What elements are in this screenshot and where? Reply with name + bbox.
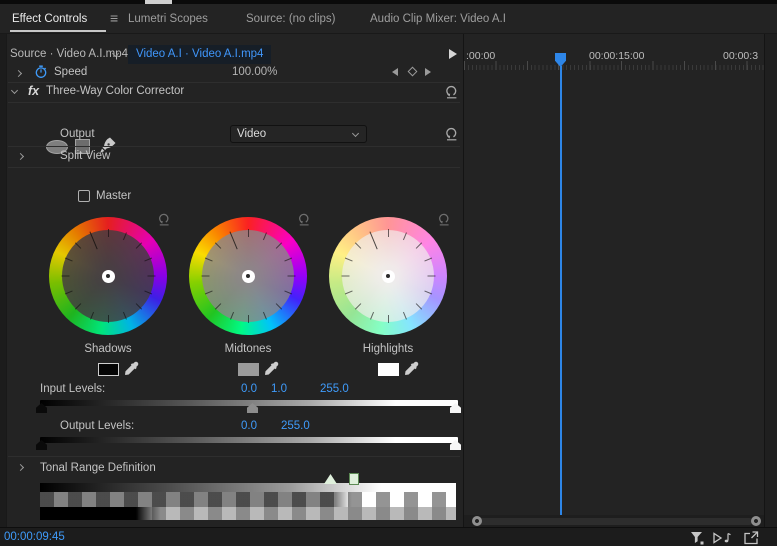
tab-source-monitor[interactable]: Source: (no clips) — [246, 13, 335, 25]
export-frame-icon[interactable] — [742, 531, 760, 545]
effect-controls-content: Source · Video A.I.mp4 Video A.I · Video… — [0, 34, 463, 527]
playhead-line — [560, 66, 562, 516]
midtones-eyedropper-icon[interactable] — [264, 361, 279, 376]
tab-audio-clip-mixer[interactable]: Audio Clip Mixer: Video A.I — [370, 13, 506, 25]
highlights-label: Highlights — [348, 343, 428, 355]
source-clip-label[interactable]: Source · Video A.I.mp4 — [10, 48, 128, 60]
output-dropdown[interactable]: Video — [230, 125, 367, 143]
tonal-range-checker-bottom — [40, 507, 456, 520]
speed-value[interactable]: 100.00% — [232, 66, 277, 78]
row-separator — [8, 167, 460, 168]
tonal-range-checker-top — [40, 492, 456, 507]
show-timeline-arrow-icon[interactable] — [449, 49, 457, 59]
highlights-eyedropper-icon[interactable] — [404, 361, 419, 376]
row-separator — [8, 102, 460, 103]
highlights-color-wheel[interactable] — [329, 217, 447, 335]
panel-tab-bar: Effect Controls ≡ Lumetri Scopes Source:… — [0, 4, 777, 34]
output-high-value[interactable]: 255.0 — [281, 420, 310, 432]
reset-highlights-icon[interactable] — [437, 212, 452, 227]
master-label: Master — [96, 190, 131, 202]
reset-shadows-icon[interactable] — [157, 212, 172, 227]
filter-properties-icon[interactable] — [688, 531, 706, 545]
midtones-color-wheel[interactable] — [189, 217, 307, 335]
output-label: Output — [60, 128, 95, 140]
prev-keyframe-icon[interactable] — [392, 68, 398, 76]
effect-collapse-chevron-icon[interactable] — [11, 87, 18, 94]
fx-icon[interactable]: fx — [28, 84, 39, 98]
effect-title[interactable]: Three-Way Color Corrector — [46, 85, 184, 97]
effect-timeline: :00:00 00:00:15:00 00:00:3 — [463, 34, 777, 527]
input-mid-value[interactable]: 1.0 — [271, 383, 287, 395]
play-audio-icon[interactable] — [712, 531, 732, 545]
reset-output-icon[interactable] — [444, 126, 459, 141]
shadows-color-wheel[interactable] — [49, 217, 167, 335]
tonal-range-label[interactable]: Tonal Range Definition — [40, 462, 156, 474]
timeline-scrollbar[interactable] — [474, 518, 753, 525]
output-levels-label: Output Levels: — [60, 420, 134, 432]
master-checkbox[interactable] — [78, 190, 90, 202]
input-levels-gradient[interactable] — [40, 400, 458, 406]
split-view-label[interactable]: Split View — [60, 150, 110, 162]
split-view-chevron-icon[interactable] — [17, 153, 24, 160]
input-levels-label: Input Levels: — [40, 383, 105, 395]
highlights-balance-handle[interactable] — [382, 270, 395, 283]
shadows-balance-handle[interactable] — [102, 270, 115, 283]
highlights-swatch[interactable] — [378, 363, 399, 376]
tonal-range-triangle-handle[interactable] — [324, 474, 337, 484]
row-separator — [8, 146, 460, 147]
shadows-label: Shadows — [68, 343, 148, 355]
tab-lumetri-scopes[interactable]: Lumetri Scopes — [128, 13, 208, 25]
speed-expand-chevron-icon[interactable] — [15, 70, 22, 77]
effect-controls-panel: Effect Controls ≡ Lumetri Scopes Source:… — [0, 0, 777, 546]
scrollbar-left-knob[interactable] — [472, 516, 482, 526]
active-tab-underline — [10, 30, 106, 32]
reset-effect-icon[interactable] — [444, 84, 459, 99]
dropdown-chevron-icon — [352, 130, 359, 137]
midtones-swatch[interactable] — [238, 363, 259, 376]
input-high-value[interactable]: 255.0 — [320, 383, 349, 395]
scrollbar-right-knob[interactable] — [751, 516, 761, 526]
row-separator — [8, 82, 460, 83]
add-keyframe-icon[interactable] — [408, 67, 418, 77]
shadows-eyedropper-icon[interactable] — [124, 361, 139, 376]
status-bar: 00:00:09:45 — [0, 527, 777, 546]
sequence-clip-label[interactable]: Video A.I · Video A.I.mp4 — [128, 45, 271, 64]
midtones-balance-handle[interactable] — [242, 270, 255, 283]
row-separator — [8, 456, 460, 457]
reset-midtones-icon[interactable] — [297, 212, 312, 227]
tonal-range-chevron-icon[interactable] — [17, 464, 24, 471]
current-timecode[interactable]: 00:00:09:45 — [4, 531, 65, 543]
input-low-value[interactable]: 0.0 — [241, 383, 257, 395]
tonal-range-square-handle[interactable] — [349, 473, 359, 485]
timeline-right-edge — [764, 34, 777, 527]
panel-left-edge — [0, 34, 7, 527]
output-levels-gradient[interactable] — [40, 437, 458, 443]
stopwatch-icon[interactable] — [34, 65, 48, 79]
output-dropdown-value: Video — [237, 128, 266, 140]
tonal-range-gradient[interactable] — [40, 483, 456, 492]
tab-effect-controls[interactable]: Effect Controls — [12, 13, 87, 25]
shadows-swatch[interactable] — [98, 363, 119, 376]
midtones-label: Midtones — [208, 343, 288, 355]
output-low-value[interactable]: 0.0 — [241, 420, 257, 432]
next-keyframe-icon[interactable] — [425, 68, 431, 76]
speed-label: Speed — [54, 66, 87, 78]
panel-menu-icon[interactable]: ≡ — [110, 10, 118, 26]
timeline-ruler[interactable] — [464, 61, 777, 70]
